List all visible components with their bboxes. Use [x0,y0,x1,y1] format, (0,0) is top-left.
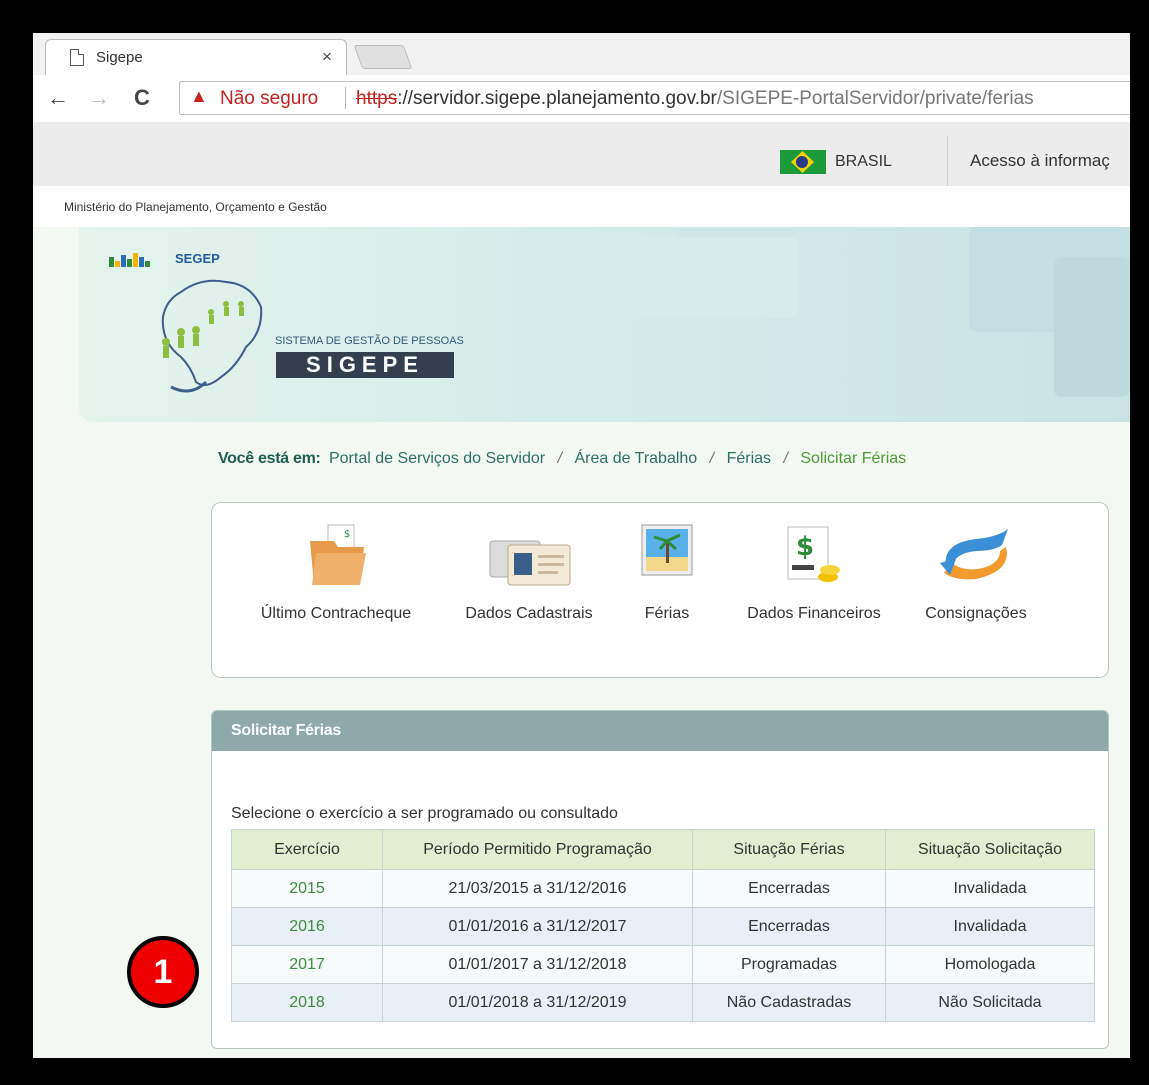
government-bar: BRASIL Acesso à informaç [33,122,1130,187]
table-row[interactable]: 2015 21/03/2015 a 31/12/2016 Encerradas … [231,869,1095,908]
service-label: Férias [644,605,690,622]
segep-label: SEGEP [175,251,220,266]
service-label: Dados Cadastrais [465,605,593,622]
column-header: Exercício [231,829,383,870]
url-scheme-separator: :// [397,88,414,109]
periodo-cell: 01/01/2017 a 31/12/2018 [382,945,693,984]
main-content: SEGEP SISTEMA DE GESTÃO DE PESSOAS SIGEP… [33,227,1130,1058]
money-document-icon: $ [787,526,840,582]
brazil-flag-icon[interactable] [780,150,826,174]
url-scheme: https [356,88,398,109]
service-ultimo-contracheque[interactable]: $ Último Contracheque [261,523,411,622]
table-row[interactable]: 2017 01/01/2017 a 31/12/2018 Programadas… [231,945,1095,984]
solicitar-ferias-panel: Solicitar Férias Selecione o exercício a… [211,710,1109,1049]
step-callout-badge: 1 [127,936,199,1008]
periodo-cell: 21/03/2015 a 31/12/2016 [382,869,693,908]
tab-strip: Sigepe × [33,33,1130,76]
svg-text:$: $ [344,529,350,540]
ministry-bar: Ministério do Planejamento, Orçamento e … [33,186,1130,228]
ministry-name: Ministério do Planejamento, Orçamento e … [64,200,327,214]
header-banner: SEGEP SISTEMA DE GESTÃO DE PESSOAS SIGEP… [79,227,1130,422]
exercicio-table: Exercício Período Permitido Programação … [231,829,1095,1022]
exercicio-link[interactable]: 2017 [231,945,383,984]
brasil-link[interactable]: BRASIL [835,153,892,171]
situacao-ferias-cell: Encerradas [692,869,886,908]
id-card-icon [489,540,571,586]
breadcrumb-ferias-link[interactable]: Férias [727,450,771,467]
exercicio-link[interactable]: 2018 [231,983,383,1022]
panel-instruction: Selecione o exercício a ser programado o… [231,805,618,822]
situacao-solicitacao-cell: Não Solicitada [885,983,1095,1022]
sigepe-logo: SIGEPE [276,352,454,378]
table-row[interactable]: 2016 01/01/2016 a 31/12/2017 Encerradas … [231,907,1095,946]
breadcrumb-current: Solicitar Férias [800,450,907,467]
panel-title: Solicitar Férias [212,711,1108,751]
situacao-ferias-cell: Encerradas [692,907,886,946]
service-consignacoes[interactable]: Consignações [925,523,1027,622]
forward-arrow-icon[interactable]: → [88,85,110,111]
column-header: Situação Solicitação [885,829,1095,870]
url-text[interactable]: https://servidor.sigepe.planejamento.gov… [356,88,1034,110]
column-header: Período Permitido Programação [382,829,693,870]
table-row[interactable]: 2018 01/01/2018 a 31/12/2019 Não Cadastr… [231,983,1095,1022]
brazil-map-people-icon [161,279,263,393]
swirl-arrow-icon [940,529,1008,580]
breadcrumb-label: Você está em: [218,450,321,467]
url-path: /SIGEPE-PortalServidor/private/ferias [716,88,1034,109]
service-dados-financeiros[interactable]: $ Dados Financeiros [747,523,881,622]
situacao-ferias-cell: Programadas [692,945,886,984]
column-header: Situação Férias [692,829,886,870]
breadcrumb-separator: / [783,450,788,467]
breadcrumb-area-trabalho-link[interactable]: Área de Trabalho [574,450,697,467]
services-menu: $ Último Contracheque Dados Cadastrais F… [211,502,1109,678]
browser-window: Sigepe × ← → C ▲ Não seguro https://serv… [33,33,1130,1058]
svg-text:$: $ [796,532,814,562]
table-header-row: Exercício Período Permitido Programação … [231,829,1095,870]
address-bar[interactable]: ▲ Não seguro https://servidor.sigepe.pla… [179,81,1130,115]
beach-photo-icon [641,524,693,576]
close-tab-icon[interactable]: × [322,47,332,67]
service-label: Último Contracheque [260,605,412,622]
browser-tab[interactable]: Sigepe × [45,39,347,76]
navigation-bar: ← → C ▲ Não seguro https://servidor.sige… [33,75,1130,123]
situacao-solicitacao-cell: Invalidada [885,869,1095,908]
breadcrumb-separator: / [709,450,715,467]
service-label: Consignações [925,605,1027,622]
system-name: SISTEMA DE GESTÃO DE PESSOAS [275,335,464,347]
url-host: servidor.sigepe.planejamento.gov.br [413,88,717,109]
omnibox-divider [345,87,346,109]
exercicio-link[interactable]: 2015 [231,869,383,908]
breadcrumb-portal-link[interactable]: Portal de Serviços do Servidor [329,450,545,467]
periodo-cell: 01/01/2018 a 31/12/2019 [382,983,693,1022]
new-tab-button[interactable] [353,45,413,69]
service-dados-cadastrais[interactable]: Dados Cadastrais [465,523,593,622]
situacao-ferias-cell: Não Cadastradas [692,983,886,1022]
service-ferias[interactable]: Férias [640,523,694,622]
back-arrow-icon[interactable]: ← [47,85,69,111]
tab-title: Sigepe [96,49,143,66]
warning-icon: ▲ [190,86,208,106]
breadcrumb: Você está em: Portal de Serviços do Serv… [218,450,906,468]
paycheck-folder-icon: $ [310,524,366,585]
acesso-informacao-link[interactable]: Acesso à informaç [970,151,1110,171]
situacao-solicitacao-cell: Invalidada [885,907,1095,946]
situacao-solicitacao-cell: Homologada [885,945,1095,984]
service-label: Dados Financeiros [747,605,881,622]
exercicio-link[interactable]: 2016 [231,907,383,946]
breadcrumb-separator: / [557,450,562,467]
page-icon [70,49,84,66]
periodo-cell: 01/01/2016 a 31/12/2017 [382,907,693,946]
security-status[interactable]: Não seguro [220,88,318,110]
govbar-divider [947,136,948,186]
reload-icon[interactable]: C [134,85,150,111]
